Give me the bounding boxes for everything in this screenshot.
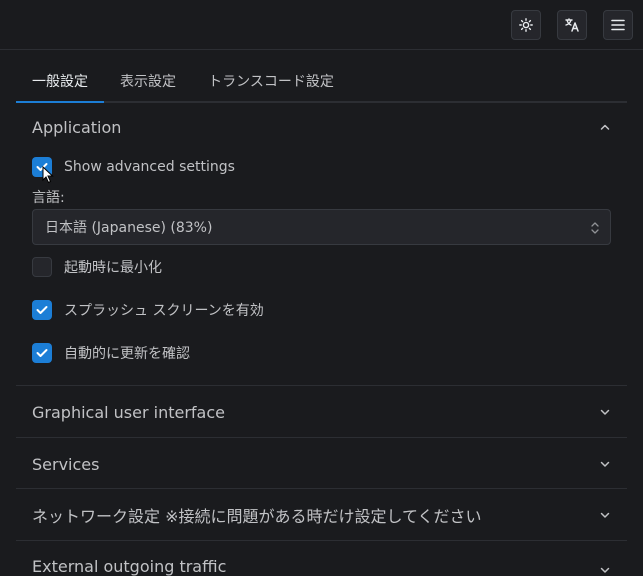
mouse-cursor-icon [42, 166, 54, 184]
splash-label: スプラッシュ スクリーンを有効 [64, 303, 264, 319]
show-advanced-row[interactable]: Show advanced settings [32, 156, 235, 178]
section-title: Graphical user interface [32, 402, 225, 422]
language-button[interactable] [557, 10, 587, 40]
section-title: Application [32, 117, 122, 137]
section-title: ネットワーク設定 ※接続に問題がある時だけ設定してください [32, 507, 482, 526]
language-select-value: 日本語 (Japanese) (83%) [45, 220, 213, 236]
language-label: 言語: [32, 190, 65, 206]
language-select[interactable]: 日本語 (Japanese) (83%) [32, 209, 611, 245]
section-network-header[interactable]: ネットワーク設定 ※接続に問題がある時だけ設定してください [16, 489, 627, 541]
tab-display[interactable]: 表示設定 [112, 63, 184, 101]
autoupdate-label: 自動的に更新を確認 [64, 346, 190, 362]
hamburger-menu-icon [611, 19, 625, 31]
sun-icon [519, 18, 533, 32]
splash-checkbox[interactable] [32, 300, 52, 320]
chevron-up-icon [600, 124, 610, 130]
section-services-header[interactable]: Services [16, 438, 627, 490]
chevron-down-icon [600, 512, 610, 518]
select-arrows-icon [591, 222, 599, 234]
section-title: Services [32, 454, 100, 474]
splash-row[interactable]: スプラッシュ スクリーンを有効 [32, 299, 264, 321]
chevron-down-icon [600, 567, 610, 573]
chevron-down-icon [600, 409, 610, 415]
translate-icon [565, 18, 579, 32]
tab-transcode[interactable]: トランスコード設定 [200, 63, 342, 101]
minimize-label: 起動時に最小化 [64, 260, 162, 276]
minimize-checkbox[interactable] [32, 257, 52, 277]
show-advanced-label: Show advanced settings [64, 159, 235, 175]
check-icon [36, 349, 48, 357]
autoupdate-checkbox[interactable] [32, 343, 52, 363]
section-external-header[interactable]: External outgoing traffic [16, 541, 627, 576]
check-icon [36, 306, 48, 314]
section-gui-header[interactable]: Graphical user interface [16, 386, 627, 438]
menu-button[interactable] [603, 10, 633, 40]
minimize-row[interactable]: 起動時に最小化 [32, 256, 162, 278]
theme-toggle-button[interactable] [511, 10, 541, 40]
settings-tabs: 一般設定 表示設定 トランスコード設定 [16, 63, 627, 103]
section-application-header[interactable]: Application [16, 101, 627, 153]
section-title: External outgoing traffic [32, 557, 227, 576]
chevron-down-icon [600, 461, 610, 467]
top-bar [0, 0, 643, 50]
autoupdate-row[interactable]: 自動的に更新を確認 [32, 342, 190, 364]
tab-general[interactable]: 一般設定 [16, 63, 104, 103]
